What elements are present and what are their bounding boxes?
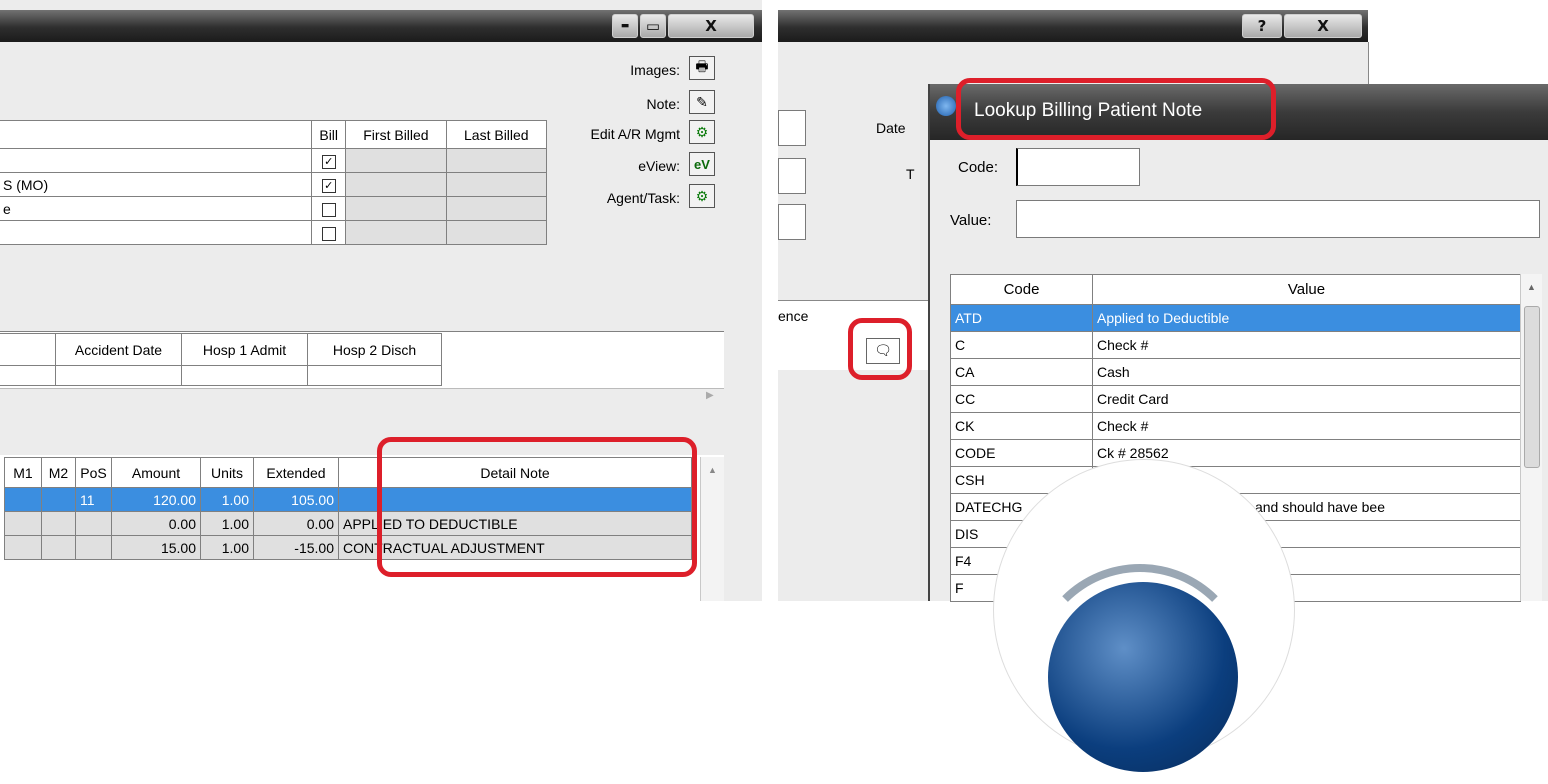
dates-table: Accident Date Hosp 1 Admit Hosp 2 Disch <box>0 333 442 386</box>
billing-table: Bill First Billed Last Billed ✓ S (MO) ✓… <box>0 120 548 245</box>
lookup-row[interactable]: CA Cash <box>950 358 1521 386</box>
lookup-row[interactable]: C Check # <box>950 331 1521 359</box>
value-column-header[interactable]: Value <box>1092 274 1521 305</box>
value-label: Value: <box>950 212 992 229</box>
minimize-button[interactable]: ▬ <box>612 14 638 38</box>
lookup-row[interactable]: CODE Ck # 28562 <box>950 439 1521 467</box>
lookup-row[interactable]: CK Check # <box>950 412 1521 440</box>
bill-header: Bill <box>311 120 347 149</box>
scrollbar-thumb[interactable] <box>1524 306 1540 468</box>
ence-label: ence <box>778 308 809 324</box>
note-label: Note: <box>646 96 680 112</box>
agent-task-icon[interactable]: ⚙ <box>689 184 715 208</box>
dialog-title-annotation <box>956 78 1276 140</box>
lookup-row[interactable]: CC Credit Card <box>950 385 1521 413</box>
billing-row[interactable] <box>0 220 548 245</box>
images-label: Images: <box>630 62 680 78</box>
background-field[interactable] <box>778 110 806 146</box>
detail-note-annotation <box>377 437 697 577</box>
lookup-dialog: Lookup Billing Patient Note Code: Value:… <box>928 78 1548 772</box>
value-input[interactable] <box>1016 200 1540 238</box>
hosp-2-disch-cell[interactable] <box>307 365 442 386</box>
right-window: ? X Date T ence 🗨 Lookup Billing Patient… <box>778 0 1548 772</box>
background-field[interactable] <box>778 204 806 240</box>
extended-header: Extended <box>253 457 339 488</box>
charges-scrollbar[interactable]: ▲ <box>700 457 724 601</box>
edit-ar-mgmt-label: Edit A/R Mgmt <box>590 126 680 142</box>
accident-date-cell[interactable] <box>55 365 182 386</box>
maximize-button[interactable]: ▭ <box>640 14 666 38</box>
pos-header: PoS <box>75 457 112 488</box>
date-label: Date <box>876 120 906 136</box>
code-label: Code: <box>958 159 999 176</box>
billing-blank-header <box>0 120 313 149</box>
billing-row[interactable]: S (MO) ✓ <box>0 172 548 197</box>
ar-mgmt-icon[interactable]: ⚙ <box>689 120 715 144</box>
bill-checkbox[interactable]: ✓ <box>321 178 336 193</box>
left-window: ▬ ▭ X Images: 🖶 Note: ✎ Edit A/R Mgmt ⚙ … <box>0 0 762 601</box>
agent-task-label: Agent/Task: <box>606 190 680 206</box>
panel-divider <box>762 0 778 601</box>
billing-row[interactable]: ✓ <box>0 148 548 173</box>
hosp-1-admit-header: Hosp 1 Admit <box>181 333 308 366</box>
watermark-logo-swoosh <box>1030 564 1250 784</box>
close-button[interactable]: X <box>668 14 754 38</box>
first-billed-header: First Billed <box>345 120 447 149</box>
m2-header: M2 <box>41 457 76 488</box>
code-input[interactable] <box>1016 148 1140 186</box>
printer-icon[interactable]: 🖶 <box>689 56 715 80</box>
units-header: Units <box>200 457 254 488</box>
note-icon[interactable]: ✎ <box>689 90 715 114</box>
eview-label: eView: <box>638 158 680 174</box>
last-billed-header: Last Billed <box>445 120 548 149</box>
bill-checkbox[interactable] <box>321 202 336 217</box>
m1-header: M1 <box>4 457 42 488</box>
hosp-1-admit-cell[interactable] <box>181 365 308 386</box>
app-logo-icon <box>936 96 956 116</box>
lookup-row[interactable]: ATD Applied to Deductible <box>950 304 1521 332</box>
scroll-up-arrow-icon[interactable]: ▲ <box>701 465 724 475</box>
accident-date-header: Accident Date <box>55 333 182 366</box>
bill-checkbox[interactable] <box>321 226 336 241</box>
hosp-2-disch-header: Hosp 2 Disch <box>307 333 442 366</box>
note-button-annotation <box>848 318 912 380</box>
bill-checkbox[interactable]: ✓ <box>321 154 336 169</box>
help-button[interactable]: ? <box>1242 14 1282 38</box>
amount-header: Amount <box>111 457 201 488</box>
code-column-header[interactable]: Code <box>950 274 1093 305</box>
lookup-scrollbar[interactable]: ▲ <box>1520 274 1542 601</box>
lookup-row[interactable]: CSHCash <box>950 466 1521 494</box>
close-button[interactable]: X <box>1284 14 1362 38</box>
background-field[interactable] <box>778 158 806 194</box>
t-label: T <box>906 166 915 182</box>
scroll-right-arrow-icon[interactable]: ▶ <box>706 390 714 401</box>
eview-icon[interactable]: eV <box>689 152 715 176</box>
scroll-up-arrow-icon[interactable]: ▲ <box>1521 282 1542 292</box>
billing-row[interactable]: e <box>0 196 548 221</box>
